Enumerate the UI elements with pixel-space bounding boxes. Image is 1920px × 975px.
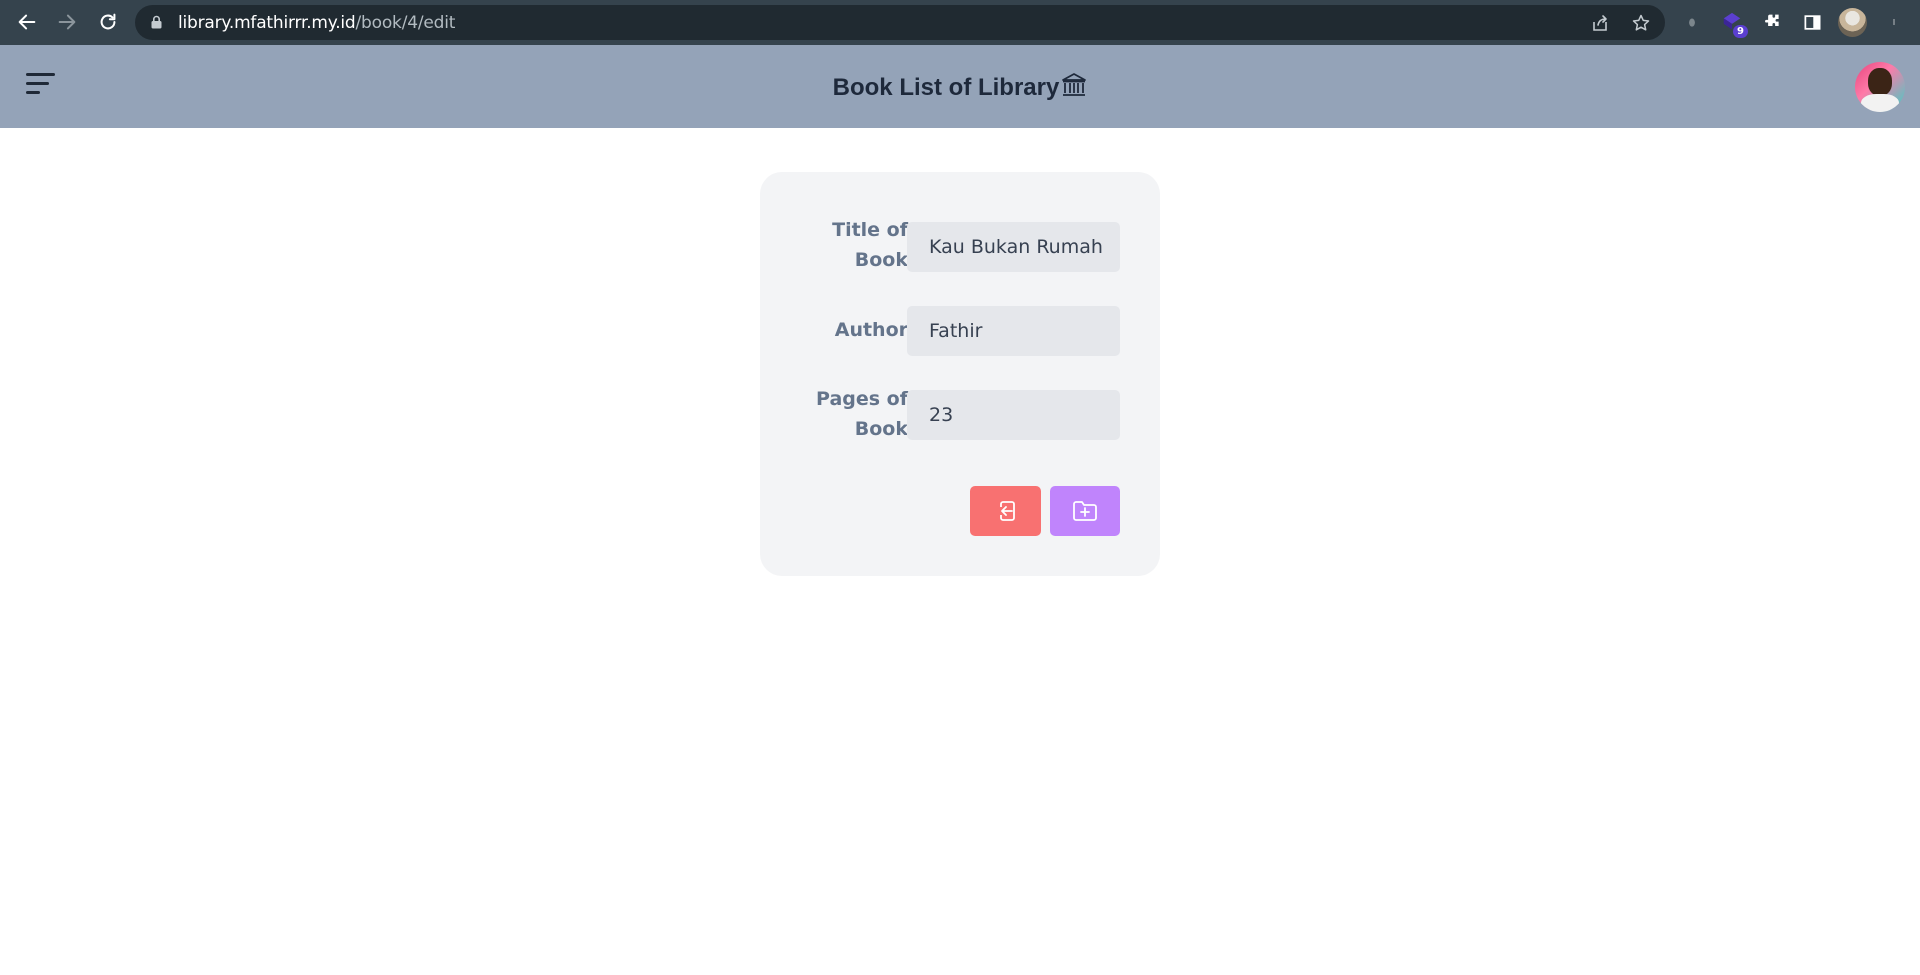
kebab-menu-icon[interactable] [1882, 10, 1906, 34]
pages-input[interactable] [907, 390, 1120, 440]
title-input[interactable] [907, 222, 1120, 272]
pages-label: Pages of Book [816, 388, 908, 440]
author-label: Author [834, 319, 908, 341]
app-header: Book List of Library [0, 45, 1920, 128]
side-panel-icon[interactable] [1800, 10, 1824, 34]
url-text[interactable]: library.mfathirrr.my.id/book/4/edit [178, 13, 455, 33]
extension-icon[interactable] [1680, 10, 1704, 34]
browser-toolbar: library.mfathirrr.my.id/book/4/edit 9 [0, 0, 1920, 45]
bank-icon [1062, 73, 1087, 96]
bookmark-star-icon[interactable] [1631, 13, 1651, 33]
lock-icon[interactable] [151, 15, 162, 29]
puzzle-icon[interactable] [1760, 10, 1784, 34]
folder-plus-icon [1073, 501, 1097, 521]
reload-icon[interactable] [95, 9, 121, 35]
page-title: Book List of Library [0, 72, 1920, 102]
user-avatar[interactable] [1855, 62, 1905, 112]
exit-icon [999, 501, 1015, 521]
author-input[interactable] [907, 306, 1120, 356]
back-arrow-icon[interactable] [14, 9, 40, 35]
share-icon[interactable] [1590, 13, 1610, 33]
extension-badge-icon[interactable]: 9 [1720, 10, 1748, 38]
extension-badge: 9 [1733, 25, 1748, 38]
edit-book-form: Title ofBook Author Pages ofBook [760, 172, 1160, 576]
title-label: Title of Book [832, 219, 908, 271]
address-bar[interactable]: library.mfathirrr.my.id/book/4/edit [135, 5, 1665, 40]
browser-profile-avatar[interactable] [1838, 8, 1867, 37]
back-button[interactable] [970, 486, 1041, 536]
forward-arrow-icon[interactable] [54, 9, 80, 35]
save-button[interactable] [1050, 486, 1120, 536]
